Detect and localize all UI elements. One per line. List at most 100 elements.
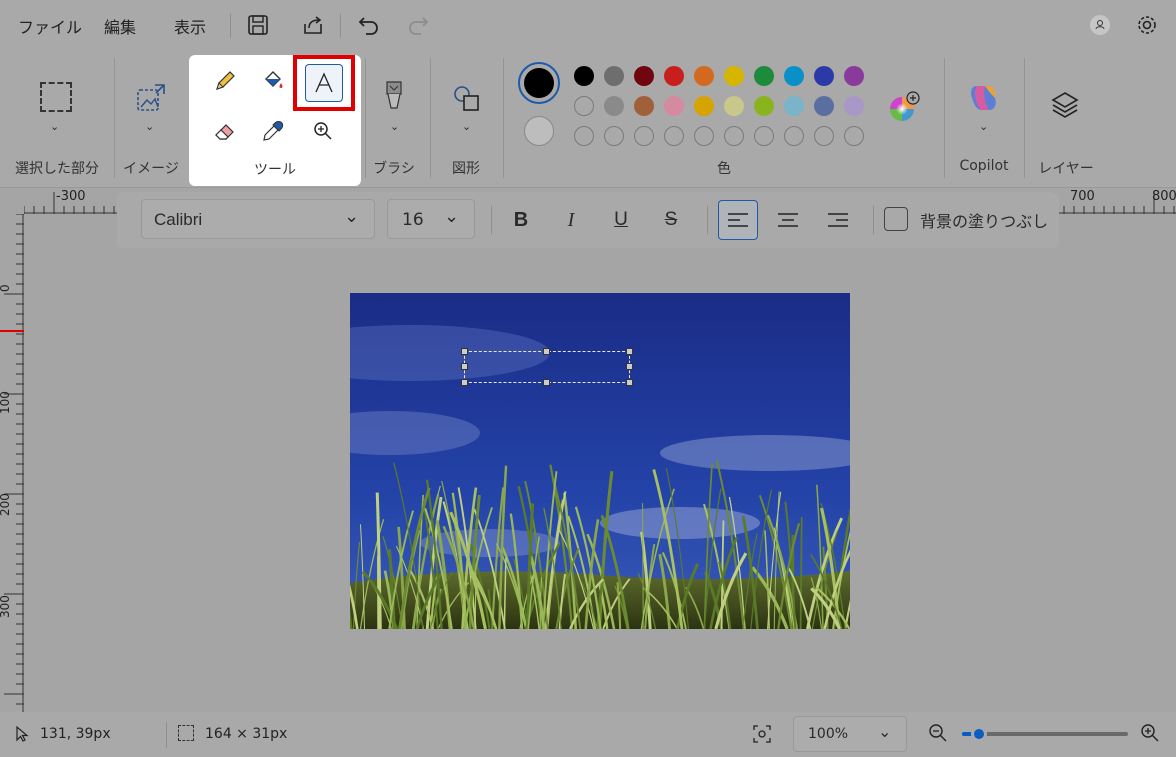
resize-handle[interactable] (461, 348, 468, 355)
eraser-icon[interactable] (207, 113, 243, 149)
font-size-select[interactable]: 16 ⌄ (387, 199, 475, 239)
selection-label: 選択した部分 (15, 161, 99, 177)
bold-button[interactable]: B (501, 200, 541, 240)
strikethrough-button[interactable]: S (651, 200, 691, 240)
color-swatch[interactable] (844, 126, 864, 146)
divider (503, 58, 504, 178)
text-toolbar: Calibri ⌄ 16 ⌄ B I U S 背景の塗りつぶし (117, 192, 1059, 248)
color-swatch[interactable] (574, 126, 594, 146)
fit-to-window-icon[interactable] (752, 724, 772, 748)
color-picker-icon[interactable] (255, 113, 291, 149)
chevron-down-icon[interactable]: ⌄ (50, 120, 59, 133)
color-swatch[interactable] (844, 66, 864, 86)
color-swatch[interactable] (724, 66, 744, 86)
divider (873, 206, 874, 234)
account-icon[interactable] (1090, 15, 1110, 35)
align-center-button[interactable] (768, 200, 808, 240)
menu-view[interactable]: 表示 (174, 14, 206, 38)
canvas-image[interactable] (350, 293, 850, 629)
selection-icon[interactable] (40, 82, 72, 112)
color-swatch[interactable] (634, 126, 654, 146)
magnifier-icon[interactable] (305, 113, 341, 149)
font-family-select[interactable]: Calibri ⌄ (141, 199, 375, 239)
color-swatch[interactable] (604, 96, 624, 116)
divider (114, 58, 115, 178)
grass-blade (642, 503, 644, 629)
resize-handle[interactable] (461, 363, 468, 370)
ruler-tick-label: -300 (56, 189, 86, 204)
fill-background-checkbox[interactable] (884, 207, 908, 231)
color-swatch[interactable] (634, 66, 654, 86)
color-swatch[interactable] (634, 96, 654, 116)
color-swatch[interactable] (664, 96, 684, 116)
color-swatch[interactable] (574, 66, 594, 86)
settings-icon[interactable] (1134, 12, 1160, 38)
underline-icon: U (614, 209, 628, 230)
chevron-down-icon[interactable]: ⌄ (979, 120, 988, 133)
edit-colors-icon[interactable] (887, 90, 921, 128)
font-family-value: Calibri (154, 210, 203, 229)
color-swatch[interactable] (814, 66, 834, 86)
color-swatch[interactable] (604, 126, 624, 146)
color-swatch[interactable] (814, 96, 834, 116)
chevron-down-icon[interactable]: ⌄ (390, 120, 399, 133)
redo-icon[interactable] (405, 12, 431, 38)
color-swatch[interactable] (664, 66, 684, 86)
color-swatch[interactable] (694, 66, 714, 86)
color-swatch[interactable] (754, 66, 774, 86)
color-swatch[interactable] (664, 126, 684, 146)
align-center-icon (778, 213, 798, 227)
chevron-down-icon: ⌄ (444, 206, 460, 227)
layers-icon[interactable] (1050, 90, 1080, 124)
color-swatch[interactable] (694, 126, 714, 146)
zoom-in-icon[interactable] (1140, 723, 1160, 747)
color-swatch[interactable] (724, 126, 744, 146)
menu-edit[interactable]: 編集 (104, 14, 136, 38)
copilot-icon[interactable] (967, 82, 1001, 118)
color-swatch[interactable] (604, 66, 624, 86)
save-icon[interactable] (245, 12, 271, 38)
undo-icon[interactable] (356, 12, 382, 38)
resize-handle[interactable] (543, 348, 550, 355)
menu-file[interactable]: ファイル (18, 14, 82, 38)
color-swatch[interactable] (784, 126, 804, 146)
ruler-tick-label: 300 (0, 595, 12, 618)
color-swatch[interactable] (574, 96, 594, 116)
resize-handle[interactable] (626, 379, 633, 386)
align-left-icon (728, 213, 748, 227)
text-icon[interactable] (305, 64, 343, 102)
color-swatch[interactable] (844, 96, 864, 116)
chevron-down-icon[interactable]: ⌄ (145, 120, 154, 133)
zoom-select[interactable]: 100% ⌄ (793, 716, 907, 752)
underline-button[interactable]: U (601, 200, 641, 240)
color-swatch[interactable] (754, 126, 774, 146)
brush-icon[interactable] (383, 80, 405, 116)
shapes-icon[interactable] (452, 84, 482, 118)
divider (365, 58, 366, 178)
resize-handle[interactable] (626, 348, 633, 355)
color-swatch[interactable] (784, 66, 804, 86)
chevron-down-icon[interactable]: ⌄ (462, 120, 471, 133)
italic-button[interactable]: I (551, 200, 591, 240)
secondary-color[interactable] (524, 116, 554, 146)
resize-handle[interactable] (461, 379, 468, 386)
brush-label: ブラシ (373, 161, 415, 177)
pencil-icon[interactable] (207, 63, 243, 99)
align-left-button[interactable] (718, 200, 758, 240)
color-swatch[interactable] (724, 96, 744, 116)
align-right-button[interactable] (818, 200, 858, 240)
resize-handle[interactable] (626, 363, 633, 370)
share-icon[interactable] (300, 12, 326, 38)
color-swatch[interactable] (814, 126, 834, 146)
primary-color[interactable] (518, 62, 560, 104)
color-swatch[interactable] (784, 96, 804, 116)
resize-handle[interactable] (543, 379, 550, 386)
color-swatch[interactable] (694, 96, 714, 116)
fill-icon[interactable] (255, 63, 291, 99)
image-icon[interactable] (135, 82, 167, 118)
italic-icon: I (567, 208, 575, 231)
zoom-out-icon[interactable] (928, 723, 948, 747)
zoom-slider-thumb[interactable] (970, 726, 987, 742)
color-swatch[interactable] (754, 96, 774, 116)
zoom-slider[interactable] (962, 726, 1128, 742)
